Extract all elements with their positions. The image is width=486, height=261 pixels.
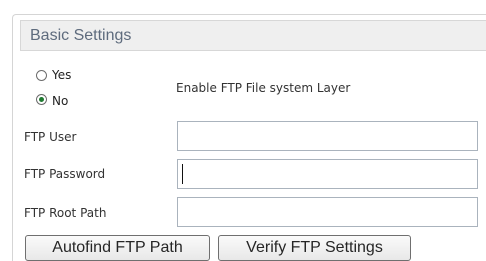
ftp-user-label: FTP User <box>24 130 77 144</box>
radio-no-icon[interactable] <box>36 94 47 105</box>
ftp-root-path-label: FTP Root Path <box>24 206 107 220</box>
ftp-root-path-input[interactable] <box>177 197 478 227</box>
ftp-password-input[interactable] <box>177 159 478 189</box>
autofind-ftp-path-button[interactable]: Autofind FTP Path <box>25 235 210 261</box>
text-cursor <box>182 164 183 184</box>
verify-ftp-settings-button[interactable]: Verify FTP Settings <box>218 235 411 261</box>
enable-ftp-description: Enable FTP File system Layer <box>176 81 351 95</box>
ftp-user-input[interactable] <box>177 121 478 151</box>
radio-selected-dot <box>39 97 44 102</box>
panel-header: Basic Settings <box>20 20 486 51</box>
panel-title: Basic Settings <box>30 27 132 44</box>
radio-no-label[interactable]: No <box>52 94 68 108</box>
radio-yes-label[interactable]: Yes <box>52 68 71 82</box>
radio-yes-icon[interactable] <box>36 70 47 81</box>
ftp-password-label: FTP Password <box>24 167 106 181</box>
